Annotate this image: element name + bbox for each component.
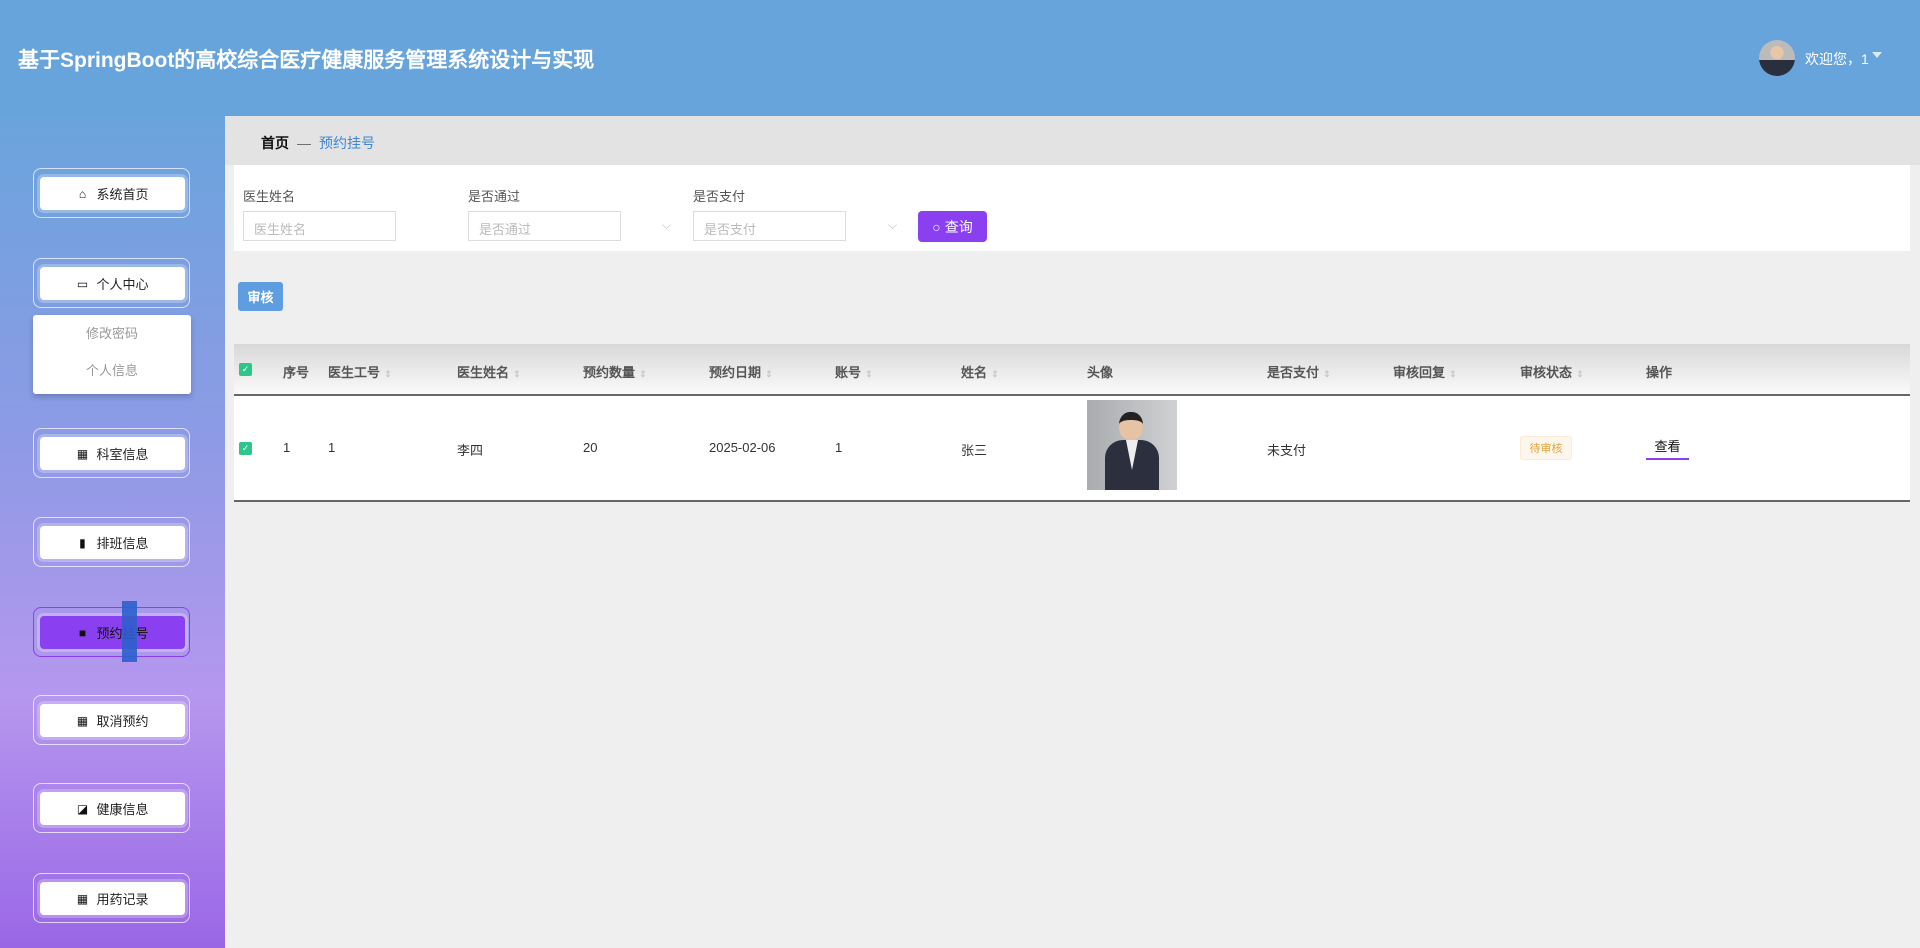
personal-submenu: 修改密码 个人信息 [33,315,191,394]
col-doctor-id[interactable]: 医生工号 ⇕ [328,362,392,381]
paid-select[interactable]: 是否支付 [693,211,846,241]
table-header: ✓ 序号 医生工号 ⇕ 医生姓名 ⇕ 预约数量 ⇕ 预约日期 ⇕ 账号 ⇕ 姓名 ⇕ 头像 … [234,344,1910,396]
breadcrumb: 首页 — 预约挂号 [261,133,375,153]
table-row: ✓ 1 1 李四 20 2025-02-06 1 张三 未支付 待审核 查看 [234,396,1910,502]
cell-account: 1 [835,440,843,455]
sidebar-item-label: 健康信息 [96,802,149,817]
select-all-checkbox[interactable]: ✓ [239,363,252,376]
home-icon: ⌂ [78,186,87,201]
sidebar-item-schedule[interactable]: ▮ 排班信息 [40,526,185,559]
col-count[interactable]: 预约数量 ⇕ [583,362,647,381]
cell-date: 2025-02-06 [709,440,776,455]
cell-index: 1 [283,440,291,455]
sidebar-item-department[interactable]: ▦ 科室信息 [40,437,185,470]
cell-doctor-name: 李四 [457,443,484,458]
cell-name: 张三 [961,443,988,458]
avatar[interactable] [1759,40,1795,76]
grid-icon: ▦ [76,446,89,461]
breadcrumb-separator: — [297,135,311,151]
search-button-label: 查询 [944,218,973,235]
sidebar-item-medication[interactable]: ▦ 用药记录 [40,882,185,915]
col-status[interactable]: 审核状态 ⇕ [1520,362,1584,381]
col-paid[interactable]: 是否支付 ⇕ [1267,362,1331,381]
col-reply[interactable]: 审核回复 ⇕ [1393,362,1457,381]
col-actions: 操作 [1646,365,1673,380]
welcome-text[interactable]: 欢迎您，1 [1805,49,1869,69]
cell-count: 20 [583,440,598,455]
breadcrumb-bar [225,116,1920,165]
briefcase-icon: ■ [78,625,87,640]
cell-doctor-id: 1 [328,440,336,455]
sidebar-item-personal-center[interactable]: ▭ 个人中心 [40,267,185,300]
sidebar-item-health-info[interactable]: ◪ 健康信息 [40,792,185,825]
submenu-personal-info[interactable]: 个人信息 [33,352,191,389]
sidebar-item-label: 取消预约 [96,714,149,729]
wallet-icon: ▭ [76,276,89,291]
sidebar-item-appointment[interactable]: ■预约挂号 [40,616,185,649]
col-avatar: 头像 [1087,365,1114,380]
sidebar-item-label: 排班信息 [96,536,149,551]
submenu-change-password[interactable]: 修改密码 [33,315,191,352]
doctor-name-input[interactable]: 医生姓名 [243,211,396,241]
sidebar-item-label: 个人中心 [96,277,149,292]
grid-icon: ▦ [76,713,89,728]
row-checkbox[interactable]: ✓ [239,442,252,455]
chevron-down-icon[interactable]: ⌵ [662,218,671,233]
breadcrumb-current: 预约挂号 [319,135,375,151]
col-doctor-name[interactable]: 医生姓名 ⇕ [457,362,521,381]
col-date[interactable]: 预约日期 ⇕ [709,362,773,381]
breadcrumb-home[interactable]: 首页 [261,135,289,151]
top-header: 基于SpringBoot的高校综合医疗健康服务管理系统设计与实现 欢迎您，1 [0,0,1920,116]
sidebar-item-cancel-appointment[interactable]: ▦ 取消预约 [40,704,185,737]
col-index: 序号 [283,365,310,380]
chevron-down-icon[interactable]: ⌵ [888,218,897,233]
search-button[interactable]: ○ 查询 [918,211,987,242]
doctor-name-label: 医生姓名 [243,189,296,204]
sidebar-item-label: 科室信息 [96,447,149,462]
grid-icon: ▦ [76,891,89,906]
selection-highlight [122,601,137,662]
approved-label: 是否通过 [468,189,521,204]
sidebar-item-label: 系统首页 [96,187,149,202]
trend-icon: ◪ [76,801,89,816]
caret-down-icon[interactable] [1872,52,1882,58]
approved-select[interactable]: 是否通过 [468,211,621,241]
avatar-image[interactable] [1087,400,1177,490]
status-badge: 待审核 [1520,436,1572,460]
bar-chart-icon: ▮ [79,535,86,550]
app-title: 基于SpringBoot的高校综合医疗健康服务管理系统设计与实现 [18,49,595,72]
sidebar-item-home[interactable]: ⌂ 系统首页 [40,177,185,210]
view-button[interactable]: 查看 [1646,436,1689,460]
search-icon: ○ [932,218,941,235]
audit-button[interactable]: 审核 [238,282,283,311]
paid-label: 是否支付 [693,189,746,204]
col-name[interactable]: 姓名 ⇕ [961,362,999,381]
sidebar-item-label: 用药记录 [96,892,149,907]
col-account[interactable]: 账号 ⇕ [835,362,873,381]
cell-paid: 未支付 [1267,443,1307,458]
